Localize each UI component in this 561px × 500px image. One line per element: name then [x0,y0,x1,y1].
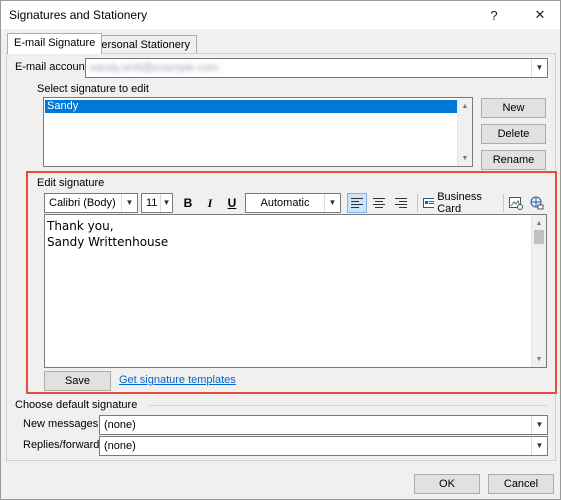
align-right-icon [395,198,407,208]
bold-button[interactable]: B [179,193,197,213]
replies-forwards-select[interactable]: (none) ▼ [99,436,548,456]
default-signature-heading: Choose default signature [15,399,138,411]
list-item[interactable]: Sandy [45,100,459,113]
close-icon: ✕ [534,7,546,22]
font-color-value: Automatic [260,197,310,209]
signature-text[interactable]: Thank you, Sandy Writtenhouse [47,218,168,250]
scroll-down-icon[interactable]: ▼ [458,151,472,165]
signatures-dialog: Signatures and Stationery ? ✕ E-mail Sig… [0,0,561,500]
chevron-down-icon: ▼ [531,437,547,455]
scroll-thumb[interactable] [534,230,544,244]
underline-icon: U [227,196,237,210]
italic-icon: I [207,195,213,210]
signature-editor[interactable]: Thank you, Sandy Writtenhouse ▲ ▼ [44,214,547,368]
ok-button[interactable]: OK [414,474,480,494]
align-right-button[interactable] [391,193,411,213]
edit-signature-label: Edit signature [37,177,105,189]
email-account-select[interactable]: sandy.writt@example.com ▼ [85,58,548,78]
font-size-value: 11 [146,197,158,209]
toolbar-separator [417,194,418,212]
rename-button-label: Rename [492,154,535,166]
scroll-up-icon[interactable]: ▲ [532,216,546,230]
business-card-button[interactable]: Business Card [423,191,499,215]
chevron-down-icon: ▼ [531,416,547,434]
help-icon: ? [490,7,498,23]
font-value: Calibri (Body) [49,197,116,209]
insert-picture-button[interactable] [507,193,525,213]
align-left-icon [351,198,363,208]
font-select[interactable]: Calibri (Body) ▼ [44,193,138,213]
font-size-select[interactable]: 11 ▼ [141,193,173,213]
signature-templates-link[interactable]: Get signature templates [119,374,236,386]
tab-personal-stationery[interactable]: Personal Stationery [87,35,197,54]
signature-line-1: Thank you, [47,219,114,233]
insert-picture-icon [509,197,523,210]
signature-line-2: Sandy Writtenhouse [47,235,169,249]
listbox-scrollbar[interactable]: ▲ ▼ [457,98,472,166]
email-account-value: sandy.writt@example.com [90,62,219,74]
tab-email-signature-label: E-mail Signature [14,37,96,49]
font-color-select[interactable]: Automatic ▼ [245,193,341,213]
signature-listbox[interactable]: Sandy ▲ ▼ [43,97,473,167]
replies-forwards-value: (none) [104,440,136,452]
email-account-label: E-mail account: [15,61,91,73]
scroll-down-icon[interactable]: ▼ [532,352,546,366]
select-signature-label: Select signature to edit [37,83,149,95]
delete-button-label: Delete [497,128,530,140]
align-left-button[interactable] [347,193,367,213]
delete-button[interactable]: Delete [481,124,546,144]
group-divider [149,405,547,406]
cancel-button-label: Cancel [503,478,539,490]
new-messages-value: (none) [104,419,136,431]
new-button[interactable]: New [481,98,546,118]
chevron-down-icon: ▼ [121,194,137,212]
toolbar-separator [503,194,504,212]
bold-icon: B [183,196,193,210]
help-button[interactable]: ? [476,1,512,29]
tab-personal-stationery-label: Personal Stationery [94,39,190,51]
cancel-button[interactable]: Cancel [488,474,554,494]
ok-button-label: OK [439,478,455,490]
new-button-label: New [502,102,525,114]
replies-forwards-label: Replies/forwards: [23,439,108,451]
save-button-label: Save [64,375,91,387]
business-card-icon [423,198,435,208]
save-button[interactable]: Save [44,371,111,391]
chevron-down-icon: ▼ [531,59,547,77]
hyperlink-icon [530,196,544,210]
close-button[interactable]: ✕ [522,1,558,29]
scroll-up-icon[interactable]: ▲ [458,99,472,113]
align-center-icon [373,198,385,208]
editor-scrollbar[interactable]: ▲ ▼ [531,215,546,367]
chevron-down-icon: ▼ [160,194,172,212]
title-bar: Signatures and Stationery ? ✕ [1,1,560,29]
window-title: Signatures and Stationery [9,8,148,22]
italic-button[interactable]: I [201,193,219,213]
align-center-button[interactable] [369,193,389,213]
tab-email-signature[interactable]: E-mail Signature [7,33,103,54]
rename-button[interactable]: Rename [481,150,546,170]
new-messages-select[interactable]: (none) ▼ [99,415,548,435]
insert-hyperlink-button[interactable] [528,193,546,213]
chevron-down-icon: ▼ [324,194,340,212]
business-card-label: Business Card [437,191,482,215]
underline-button[interactable]: U [223,193,241,213]
new-messages-label: New messages: [23,418,102,430]
